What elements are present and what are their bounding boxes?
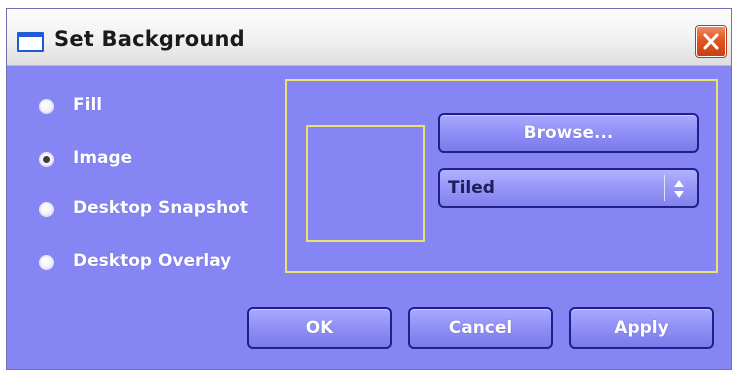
image-mode-value: Tiled: [448, 178, 495, 198]
window-icon: [17, 32, 44, 52]
close-icon: [703, 33, 719, 50]
radio-label-fill: Fill: [73, 95, 103, 115]
window-title: Set Background: [54, 27, 245, 51]
apply-button[interactable]: Apply: [569, 307, 714, 349]
radio-button-image[interactable]: [40, 153, 53, 166]
image-preview: [306, 125, 425, 242]
close-button[interactable]: [695, 25, 727, 58]
title-bar[interactable]: Set Background: [7, 9, 731, 66]
radio-label-desktop-snapshot: Desktop Snapshot: [73, 198, 248, 218]
radio-button-desktop-overlay[interactable]: [40, 256, 53, 269]
browse-button[interactable]: Browse...: [438, 113, 699, 153]
ok-button[interactable]: OK: [247, 307, 392, 349]
image-settings-group: Browse... Tiled: [285, 79, 718, 273]
cancel-button[interactable]: Cancel: [408, 307, 553, 349]
image-mode-select[interactable]: Tiled: [438, 168, 699, 208]
radio-label-desktop-overlay: Desktop Overlay: [73, 251, 232, 271]
set-background-dialog: Set Background Fill Image Desktop Snapsh…: [6, 8, 732, 370]
spinner-arrows-icon[interactable]: [672, 179, 686, 199]
radio-button-fill[interactable]: [40, 100, 53, 113]
radio-label-image: Image: [73, 148, 133, 168]
radio-button-desktop-snapshot[interactable]: [40, 203, 53, 216]
select-divider: [664, 175, 665, 201]
